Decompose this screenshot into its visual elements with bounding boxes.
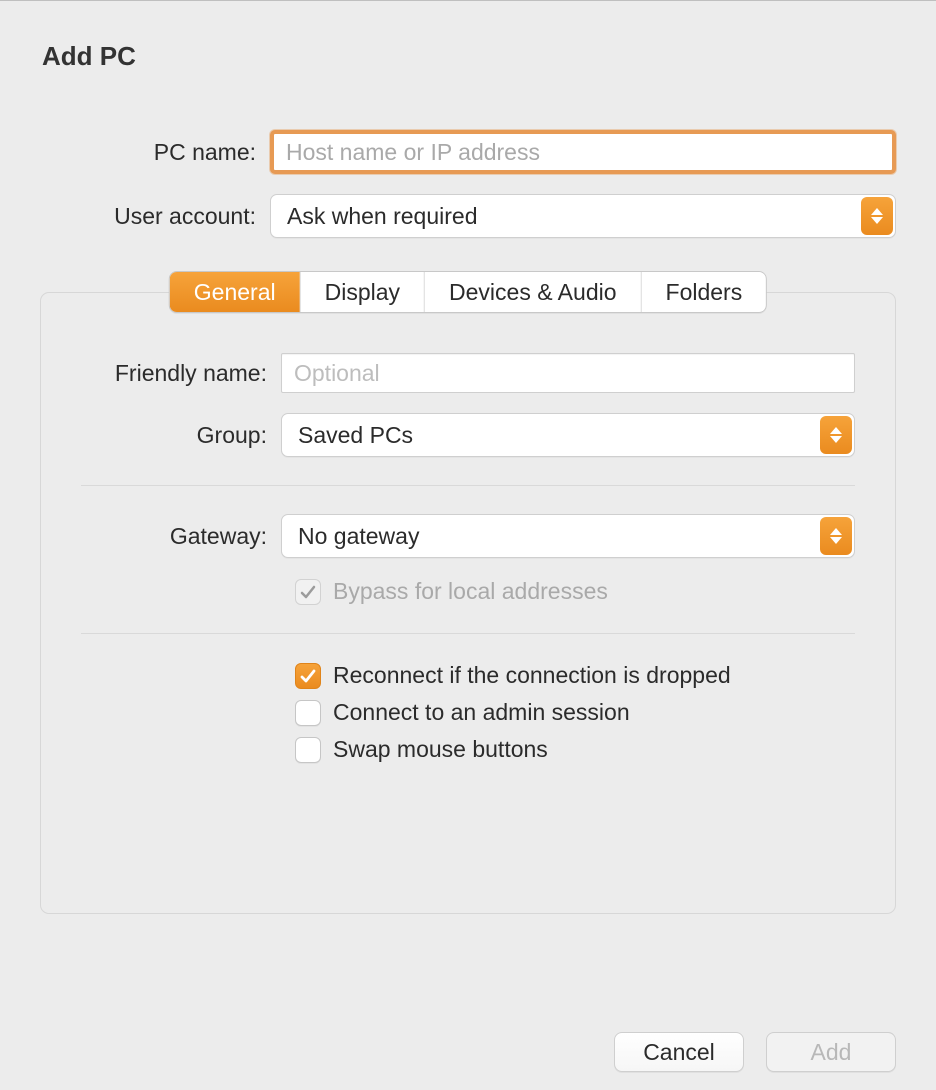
reconnect-label: Reconnect if the connection is dropped (333, 662, 731, 689)
group-value: Saved PCs (298, 422, 413, 449)
add-button[interactable]: Add (766, 1032, 896, 1072)
reconnect-checkbox[interactable] (295, 663, 321, 689)
pc-name-input[interactable] (270, 130, 896, 174)
dialog-footer: Cancel Add (0, 1032, 936, 1072)
admin-session-label: Connect to an admin session (333, 699, 630, 726)
chevrons-icon (820, 517, 852, 555)
tab-general[interactable]: General (170, 272, 301, 312)
cancel-button[interactable]: Cancel (614, 1032, 744, 1072)
bypass-local-label: Bypass for local addresses (333, 578, 608, 605)
admin-session-checkbox[interactable] (295, 700, 321, 726)
checkmark-icon (300, 585, 316, 599)
swap-mouse-checkbox[interactable] (295, 737, 321, 763)
user-account-value: Ask when required (287, 203, 478, 230)
divider (81, 633, 855, 634)
checkmark-icon (300, 669, 316, 683)
chevrons-icon (820, 416, 852, 454)
group-select[interactable]: Saved PCs (281, 413, 855, 457)
swap-mouse-label: Swap mouse buttons (333, 736, 548, 763)
gateway-label: Gateway: (81, 523, 281, 550)
gateway-value: No gateway (298, 523, 419, 550)
user-account-select[interactable]: Ask when required (270, 194, 896, 238)
dialog-title: Add PC (42, 41, 896, 72)
friendly-name-label: Friendly name: (81, 360, 281, 387)
chevrons-icon (861, 197, 893, 235)
gateway-select[interactable]: No gateway (281, 514, 855, 558)
bypass-local-checkbox (295, 579, 321, 605)
tab-display[interactable]: Display (301, 272, 425, 312)
tab-folders[interactable]: Folders (642, 272, 767, 312)
friendly-name-input[interactable] (281, 353, 855, 393)
divider (81, 485, 855, 486)
bypass-local-row: Bypass for local addresses (295, 578, 855, 605)
tab-devices-audio[interactable]: Devices & Audio (425, 272, 641, 312)
tab-bar: General Display Devices & Audio Folders (169, 271, 767, 313)
general-panel: General Display Devices & Audio Folders … (40, 292, 896, 914)
pc-name-label: PC name: (40, 139, 270, 166)
group-label: Group: (81, 422, 281, 449)
user-account-label: User account: (40, 203, 270, 230)
